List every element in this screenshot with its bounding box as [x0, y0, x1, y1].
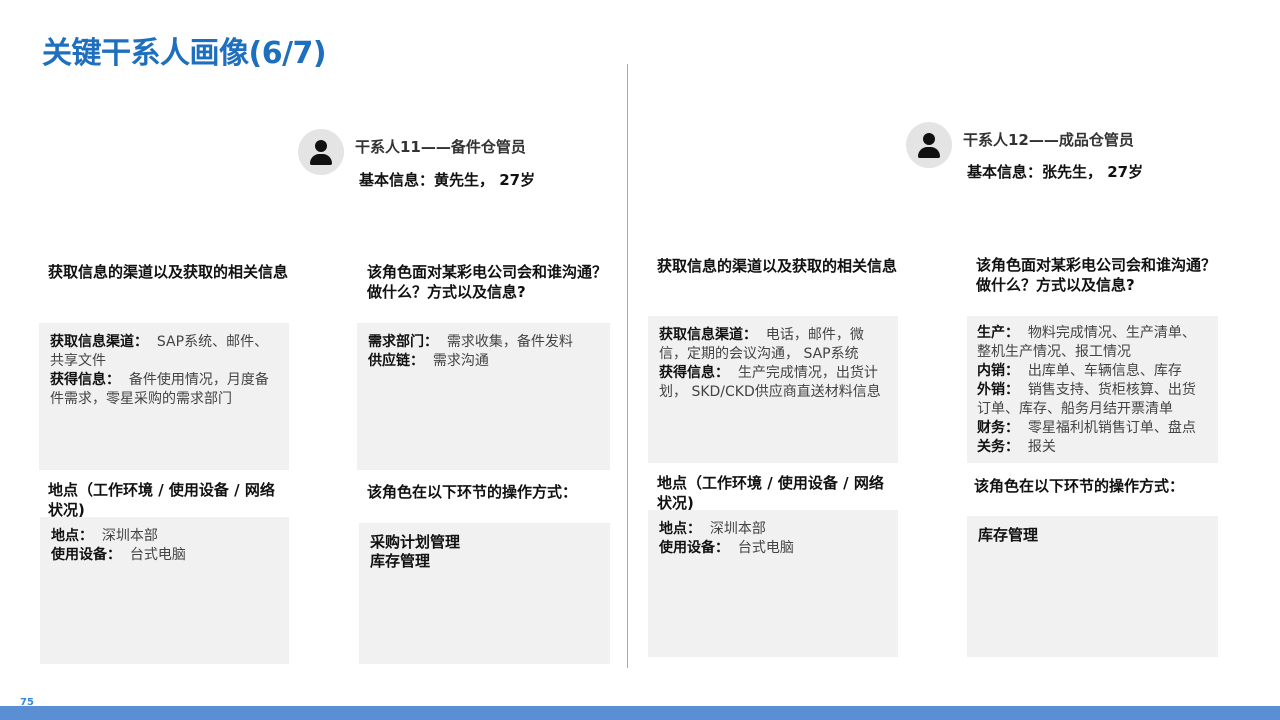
slide-title: 关键干系人画像(6/7): [42, 36, 327, 71]
device-line: 使用设备： 台式电脑: [659, 540, 794, 556]
communication-heading: 该角色面对某彩电公司会和谁沟通？做什么？方式以及信息?: [976, 256, 1217, 294]
operation-item: 采购计划管理: [370, 533, 461, 551]
channels-box: 获取信息渠道： SAP系统、邮件、共享文件 获得信息： 备件使用情况，月度备件需…: [39, 323, 289, 470]
center-divider: [627, 64, 628, 668]
location-heading: 地点（工作环境 / 使用设备 / 网络状况): [657, 474, 884, 512]
obtained-info-line: 获得信息： 备件使用情况，月度备件需求，零星采购的需求部门: [50, 372, 269, 407]
operations-heading: 该角色在以下环节的操作方式：: [367, 483, 578, 501]
communication-line: 关务： 报关: [977, 439, 1056, 455]
location-line: 地点： 深圳本部: [51, 528, 158, 544]
operation-item: 库存管理: [370, 552, 431, 570]
stakeholder-basic-info: 基本信息：黄先生， 27岁: [359, 171, 536, 189]
location-line: 地点： 深圳本部: [659, 521, 766, 537]
channels-box: 获取信息渠道： 电话，邮件，微信，定期的会议沟通， SAP系统 获得信息： 生产…: [648, 316, 898, 463]
operation-item: 库存管理: [978, 526, 1039, 544]
device-line: 使用设备： 台式电脑: [51, 547, 186, 563]
channels-line: 获取信息渠道： SAP系统、邮件、共享文件: [50, 334, 269, 369]
communication-line: 外销： 销售支持、货柜核算、出货订单、库存、船务月结开票清单: [977, 382, 1196, 417]
channels-heading: 获取信息的渠道以及获取的相关信息: [48, 263, 289, 281]
person-avatar-icon: [298, 129, 344, 175]
stakeholder-name: 干系人12——成品仓管员: [963, 131, 1134, 149]
location-heading: 地点（工作环境 / 使用设备 / 网络状况): [48, 481, 275, 519]
communication-line: 财务： 零星福利机销售订单、盘点: [977, 420, 1196, 436]
communication-line: 需求部门： 需求收集，备件发料: [368, 334, 573, 350]
person-avatar-icon: [906, 122, 952, 168]
operations-heading: 该角色在以下环节的操作方式：: [974, 477, 1185, 495]
channels-heading: 获取信息的渠道以及获取的相关信息: [657, 257, 898, 275]
stakeholder-name: 干系人11——备件仓管员: [355, 138, 526, 156]
communication-line: 内销： 出库单、车辆信息、库存: [977, 363, 1182, 379]
operations-box: 库存管理: [967, 516, 1218, 657]
operations-box: 采购计划管理 库存管理: [359, 523, 610, 664]
footer-bar: [0, 706, 1280, 720]
communication-heading: 该角色面对某彩电公司会和谁沟通？做什么？方式以及信息?: [367, 263, 608, 301]
obtained-info-line: 获得信息： 生产完成情况，出货计划， SKD/CKD供应商直送材料信息: [659, 365, 881, 400]
location-box: 地点： 深圳本部 使用设备： 台式电脑: [40, 517, 289, 664]
channels-line: 获取信息渠道： 电话，邮件，微信，定期的会议沟通， SAP系统: [659, 327, 864, 362]
communication-box: 生产： 物料完成情况、生产清单、整机生产情况、报工情况 内销： 出库单、车辆信息…: [967, 316, 1218, 463]
communication-line: 生产： 物料完成情况、生产清单、整机生产情况、报工情况: [977, 325, 1196, 360]
location-box: 地点： 深圳本部 使用设备： 台式电脑: [648, 510, 898, 657]
communication-box: 需求部门： 需求收集，备件发料 供应链： 需求沟通: [357, 323, 610, 470]
communication-line: 供应链： 需求沟通: [368, 353, 489, 369]
stakeholder-basic-info: 基本信息：张先生， 27岁: [967, 163, 1144, 181]
